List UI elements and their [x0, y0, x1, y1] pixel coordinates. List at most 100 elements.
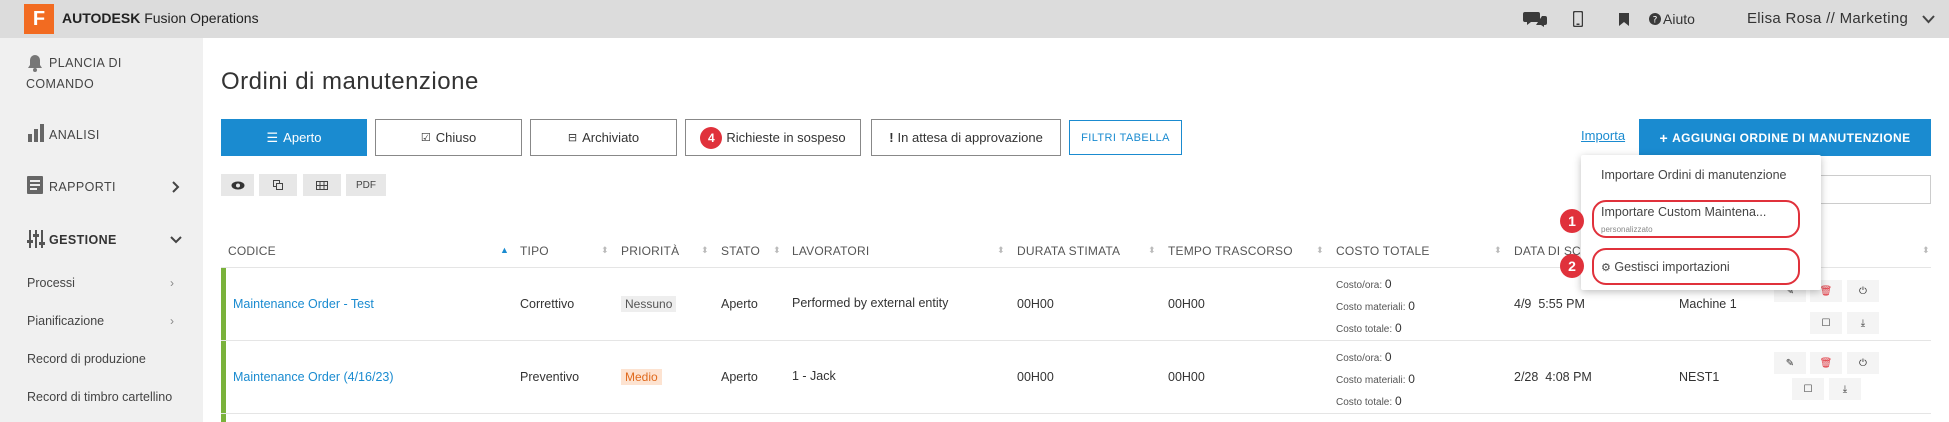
callout-number-2: 2 [1560, 254, 1584, 278]
tab-closed[interactable]: ☑ Chiuso [375, 119, 522, 156]
row-costs: Costo/ora: 0 Costo materiali: 0 Costo to… [1336, 274, 1415, 340]
checkbox-icon[interactable]: ☐ [1810, 312, 1842, 334]
row-code-link[interactable]: Maintenance Order (4/16/23) [233, 370, 394, 384]
chat-icon[interactable] [1523, 9, 1547, 29]
sliders-icon [27, 230, 45, 248]
cost-hour-value: 0 [1384, 350, 1392, 364]
callout-highlight-2 [1592, 248, 1800, 285]
add-maintenance-order-button[interactable]: + AGGIUNGI ORDINE DI MANUTENZIONE [1639, 119, 1931, 156]
column-header-elapsed[interactable]: TEMPO TRASCORSO [1168, 244, 1293, 258]
priority-badge: Medio [621, 369, 662, 385]
sidebar-sub-processes[interactable]: Processi [27, 276, 75, 290]
tab-pending-requests[interactable]: 4 Richieste in sospeso [685, 119, 861, 156]
row-date-day: 2/28 [1514, 370, 1539, 384]
row-status-bar [221, 341, 226, 422]
cost-materials-label: Costo materiali: [1336, 375, 1406, 386]
dropdown-item-import-orders[interactable]: Importare Ordini di manutenzione [1601, 168, 1787, 182]
row-status-bar [221, 268, 226, 340]
row-divider [221, 340, 1931, 341]
sidebar-sub-production-records[interactable]: Record di produzione [27, 352, 146, 366]
inbox-icon: ⊟ [567, 132, 578, 144]
row-date: 2/28 4:08 PM [1514, 370, 1592, 384]
row-code-link[interactable]: Maintenance Order - Test [233, 297, 374, 311]
sidebar-item-dashboard[interactable]: PLANCIA DI [49, 56, 122, 70]
tab-awaiting-approval[interactable]: ! In attesa di approvazione [871, 119, 1061, 156]
row-type: Correttivo [520, 297, 575, 311]
svg-text:?: ? [1653, 16, 1658, 26]
sort-icon[interactable]: ⬍ [1922, 245, 1930, 256]
table-icon[interactable] [303, 174, 341, 196]
edit-icon[interactable]: ✎ [1774, 352, 1806, 374]
report-icon [27, 176, 43, 194]
column-header-total-cost[interactable]: COSTO TOTALE [1336, 244, 1430, 258]
mobile-icon[interactable] [1573, 11, 1583, 27]
tab-archived[interactable]: ⊟ Archiviato [530, 119, 677, 156]
search-input[interactable] [1820, 175, 1931, 204]
import-link[interactable]: Importa [1581, 128, 1625, 143]
help-icon[interactable]: ? [1649, 13, 1661, 25]
chevron-down-icon[interactable] [1922, 15, 1935, 24]
pdf-export-button[interactable]: PDF [346, 174, 386, 196]
sort-icon[interactable]: ⬍ [601, 245, 609, 256]
sort-icon[interactable]: ⬍ [1316, 245, 1324, 256]
column-header-code[interactable]: CODICE [228, 244, 276, 258]
column-header-type[interactable]: TIPO [520, 244, 549, 258]
chevron-down-icon[interactable] [170, 236, 182, 244]
download-icon[interactable]: ⤓ [1847, 312, 1879, 334]
sidebar-item-analytics[interactable]: ANALISI [49, 128, 100, 142]
tab-label: In attesa di approvazione [897, 130, 1043, 145]
row-estimate: 00H00 [1017, 370, 1054, 384]
brand-product: Fusion Operations [140, 10, 259, 26]
sort-icon[interactable]: ⬍ [773, 245, 781, 256]
checkbox-icon[interactable]: ☐ [1792, 378, 1824, 400]
column-header-workers[interactable]: LAVORATORI [792, 244, 869, 258]
tab-open[interactable]: ☰ Aperto [221, 119, 367, 156]
row-date: 4/9 5:55 PM [1514, 297, 1585, 311]
column-header-estimate[interactable]: DURATA STIMATA [1017, 244, 1120, 258]
power-icon[interactable]: ⏻ [1847, 280, 1879, 302]
check-square-icon: ☑ [420, 132, 431, 144]
sort-asc-icon[interactable]: ▲ [500, 245, 509, 255]
priority-badge: Nessuno [621, 296, 677, 312]
row-date-time: 5:55 PM [1538, 297, 1585, 311]
page-title: Ordini di manutenzione [221, 68, 479, 95]
row-workers: 1 - Jack [792, 369, 836, 383]
sort-icon[interactable]: ⬍ [1148, 245, 1156, 256]
add-button-label: AGGIUNGI ORDINE DI MANUTENZIONE [1672, 130, 1911, 145]
eye-icon[interactable] [221, 174, 254, 196]
row-divider [221, 413, 1931, 414]
chevron-right-icon[interactable]: › [170, 276, 174, 290]
sort-icon[interactable]: ⬍ [997, 245, 1005, 256]
row-date-time: 4:08 PM [1545, 370, 1592, 384]
chevron-right-icon[interactable] [172, 181, 180, 193]
column-header-status[interactable]: STATO [721, 244, 760, 258]
cost-materials-value: 0 [1408, 299, 1415, 313]
power-icon[interactable]: ⏻ [1847, 352, 1879, 374]
tab-label: Chiuso [435, 130, 477, 145]
row-workers: Performed by external entity [792, 296, 949, 310]
sidebar-sub-planning[interactable]: Pianificazione [27, 314, 104, 328]
brand-autodesk: AUTODESK [62, 10, 141, 26]
sidebar-item-dashboard-line2[interactable]: COMANDO [26, 77, 94, 91]
chevron-right-icon[interactable]: › [170, 314, 174, 328]
sort-icon[interactable]: ⬍ [1494, 245, 1502, 256]
sidebar-item-reports[interactable]: RAPPORTI [49, 180, 116, 194]
cost-total-label: Costo totale: [1336, 397, 1393, 408]
sidebar-sub-timeclock-records[interactable]: Record di timbro cartellino [27, 390, 172, 404]
bookmark-icon[interactable] [1619, 13, 1629, 26]
download-icon[interactable]: ⤓ [1829, 378, 1861, 400]
delete-icon[interactable]: 🗑 [1810, 352, 1842, 374]
sidebar-item-management[interactable]: GESTIONE [49, 233, 117, 247]
tab-label: Richieste in sospeso [726, 130, 846, 145]
copy-icon[interactable] [259, 174, 297, 196]
row-elapsed: 00H00 [1168, 297, 1205, 311]
exclamation-icon: ! [889, 130, 894, 145]
table-filters-button[interactable]: FILTRI TABELLA [1069, 120, 1182, 155]
user-menu[interactable]: Elisa Rosa // Marketing [1747, 10, 1908, 27]
help-link[interactable]: Aiuto [1663, 11, 1695, 27]
fusion-logo[interactable]: F [24, 4, 54, 34]
row-machine: NEST1 [1679, 370, 1720, 384]
bell-icon [28, 55, 42, 72]
column-header-priority[interactable]: PRIORITÀ [621, 244, 679, 258]
sort-icon[interactable]: ⬍ [701, 245, 709, 256]
